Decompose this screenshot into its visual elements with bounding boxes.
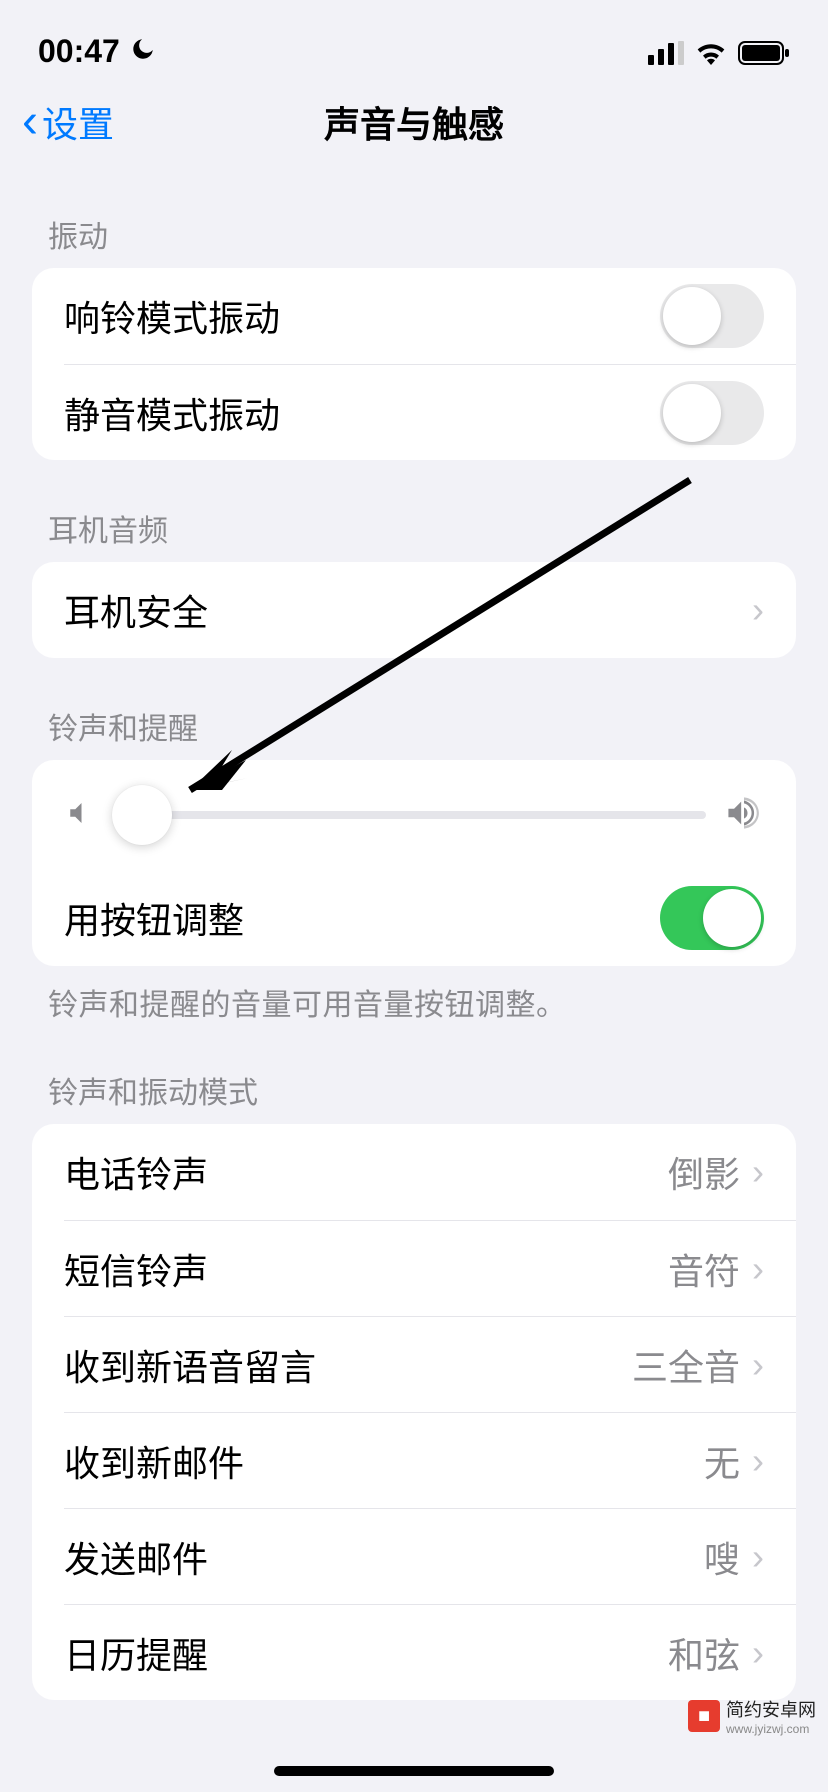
back-label: 设置 [42, 96, 114, 148]
volume-slider[interactable] [112, 811, 706, 819]
chevron-right-icon: › [752, 589, 764, 631]
row-ringtone[interactable]: 电话铃声 倒影 › [32, 1124, 796, 1220]
volume-high-icon [724, 796, 764, 835]
row-headphone-safety[interactable]: 耳机安全 › [32, 562, 796, 658]
nav-bar: ‹ 设置 声音与触感 [0, 78, 828, 166]
moon-icon [130, 33, 156, 70]
row-value: 嗖 [704, 1531, 740, 1583]
status-bar: 00:47 [0, 0, 828, 78]
toggle-button-adjust[interactable] [660, 886, 764, 950]
cellular-icon [648, 41, 684, 70]
row-calendar-alerts[interactable]: 日历提醒 和弦 › [64, 1604, 796, 1700]
row-label: 短信铃声 [64, 1243, 208, 1295]
row-label: 耳机安全 [64, 584, 208, 636]
chevron-right-icon: › [752, 1536, 764, 1578]
row-silent-vibration[interactable]: 静音模式振动 [64, 364, 796, 460]
row-button-adjust[interactable]: 用按钮调整 [32, 870, 796, 966]
chevron-right-icon: › [752, 1632, 764, 1674]
group-vibration: 响铃模式振动 静音模式振动 [32, 268, 796, 460]
slider-thumb[interactable] [112, 785, 172, 845]
watermark: ■ 简约安卓网 www.jyizwj.com [688, 1696, 816, 1736]
row-value: 和弦 [668, 1627, 740, 1679]
section-header-vibration: 振动 [32, 166, 796, 268]
row-sent-mail[interactable]: 发送邮件 嗖 › [64, 1508, 796, 1604]
clock: 00:47 [38, 33, 120, 70]
battery-icon [738, 41, 790, 70]
page-title: 声音与触感 [0, 96, 828, 148]
row-label: 收到新邮件 [64, 1435, 244, 1487]
chevron-right-icon: › [752, 1344, 764, 1386]
home-indicator[interactable] [274, 1766, 554, 1776]
group-headphone: 耳机安全 › [32, 562, 796, 658]
row-label: 用按钮调整 [64, 892, 244, 944]
section-header-ringer: 铃声和提醒 [32, 658, 796, 760]
watermark-badge-icon: ■ [688, 1700, 720, 1732]
volume-low-icon [64, 798, 94, 833]
toggle-silent-vibration[interactable] [660, 381, 764, 445]
row-label: 静音模式振动 [64, 387, 280, 439]
row-new-mail[interactable]: 收到新邮件 无 › [64, 1412, 796, 1508]
row-value: 三全音 [632, 1339, 740, 1391]
group-ringer: 用按钮调整 [32, 760, 796, 966]
row-label: 日历提醒 [64, 1627, 208, 1679]
row-voicemail[interactable]: 收到新语音留言 三全音 › [64, 1316, 796, 1412]
chevron-right-icon: › [752, 1151, 764, 1193]
watermark-url: www.jyizwj.com [726, 1722, 816, 1736]
chevron-right-icon: › [752, 1248, 764, 1290]
chevron-right-icon: › [752, 1440, 764, 1482]
row-label: 收到新语音留言 [64, 1339, 316, 1391]
row-value: 音符 [668, 1243, 740, 1295]
row-label: 电话铃声 [64, 1146, 208, 1198]
toggle-ring-vibration[interactable] [660, 284, 764, 348]
row-volume-slider [32, 760, 796, 870]
row-value: 无 [704, 1435, 740, 1487]
back-button[interactable]: ‹ 设置 [22, 96, 114, 148]
row-label: 发送邮件 [64, 1531, 208, 1583]
row-text-tone[interactable]: 短信铃声 音符 › [64, 1220, 796, 1316]
group-patterns: 电话铃声 倒影› 短信铃声 音符› 收到新语音留言 三全音› 收到新邮件 无› … [32, 1124, 796, 1700]
watermark-name: 简约安卓网 [726, 1696, 816, 1722]
chevron-left-icon: ‹ [22, 98, 38, 146]
section-header-headphone: 耳机音频 [32, 460, 796, 562]
row-label: 响铃模式振动 [64, 290, 280, 342]
wifi-icon [694, 41, 728, 70]
section-footer-ringer: 铃声和提醒的音量可用音量按钮调整。 [32, 966, 796, 1038]
row-value: 倒影 [668, 1146, 740, 1198]
row-ring-vibration[interactable]: 响铃模式振动 [32, 268, 796, 364]
section-header-patterns: 铃声和振动模式 [32, 1038, 796, 1124]
